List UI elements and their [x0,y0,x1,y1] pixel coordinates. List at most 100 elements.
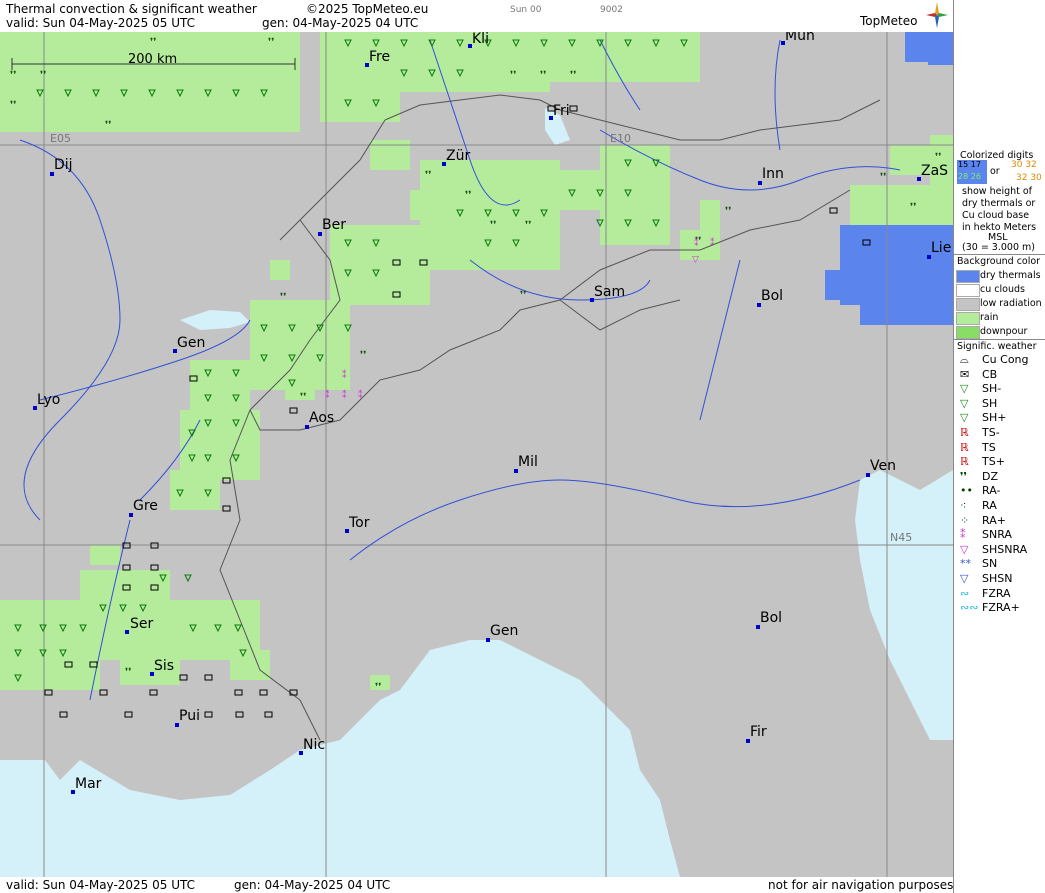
svg-text:❜❜: ❜❜ [490,220,496,231]
legend-bg-label: downpour [980,326,1028,337]
legend-sig-label: SN [982,557,998,571]
map-footer: valid: Sun 04-May-2025 05 UTC gen: 04-Ma… [0,877,953,893]
svg-text:❜❜: ❜❜ [268,37,274,48]
city-label: Gre [133,498,158,514]
legend-bg-label: rain [980,312,999,323]
svg-text:⁑: ⁑ [325,389,330,401]
svg-text:▽: ▽ [692,255,699,265]
svg-text:❜❜: ❜❜ [465,190,471,201]
legend-sig-label: SH [982,396,998,410]
valid-time: valid: Sun 04-May-2025 05 UTC [6,16,195,30]
legend-sig-label: RA [982,499,997,512]
city-label: Bol [760,610,783,626]
city-label: Aos [309,410,335,426]
city-label: Ber [322,217,346,233]
legend-sig-label: TS [982,440,996,454]
legend-sig-label: CB [982,367,998,381]
city-label: Gen [490,623,519,639]
legend-sig-label: TS+ [982,455,1005,469]
snow-shower-icon: ▽ [960,572,969,585]
map-header: Thermal convection & significant weather… [0,0,953,32]
legend-sig-label: SHSNRA [982,542,1028,556]
svg-text:❜❜: ❜❜ [935,152,941,163]
footer-generated-time: gen: 04-May-2025 04 UTC [234,878,391,892]
legend-sig-label: RA- [982,484,1001,498]
snow-rain-icon: ⁑ [960,528,966,542]
legend-digit-sample-right: 30 32 32 30 [1011,160,1042,183]
map-title: Thermal convection & significant weather [6,2,257,16]
sea-mediterranean [0,640,680,877]
city-label: Lie [931,240,952,256]
legend-sig-label: FZRA+ [982,601,1020,615]
svg-text:❜❜: ❜❜ [10,100,16,111]
brand-logo: TopMeteo [860,14,918,28]
city-label: Inn [762,166,784,182]
svg-text:❜❜: ❜❜ [10,70,16,81]
svg-text:❜❜: ❜❜ [360,350,366,361]
svg-text:⁑: ⁑ [342,389,347,401]
svg-text:❜❜: ❜❜ [375,682,381,693]
shower-heavy-icon: ▽ [960,411,969,425]
legend-divider [954,339,1045,340]
legend-divider [954,254,1045,255]
city-label: Lyo [37,392,61,408]
legend-sig-label: DZ [982,469,999,483]
grid-label-e05: E05 [50,132,71,145]
grid-label-e10: E10 [610,132,631,145]
legend-digit-sample-left: 15 17 28 26 [957,160,987,184]
legend-bg-label: cu clouds [980,284,1025,295]
thunderstorm-icon: ℝ [960,440,969,454]
freezing-rain-icon: ∾ [960,586,970,600]
legend-bg-label: dry thermals [980,270,1041,281]
legend-sig-label: SH- [982,382,1002,396]
thunderstorm-light-icon: ℝ [960,426,969,439]
city-marker [125,630,129,634]
svg-text:❜❜: ❜❜ [570,70,576,81]
legend-sig-label: FZRA [982,586,1011,600]
scale-label: 200 km [128,52,178,67]
city-label: Fre [369,49,391,65]
generated-time: gen: 04-May-2025 04 UTC [262,16,419,30]
svg-text:⁑: ⁑ [694,237,699,249]
svg-text:❜❜: ❜❜ [525,220,531,231]
lake-geneva [180,310,250,330]
legend-desc-line: show height of [962,186,1033,197]
legend-bg-title: Background color [957,256,1041,267]
svg-text:❜❜: ❜❜ [40,70,46,81]
legend-swatch-dry-thermals [956,270,980,283]
copyright: ©2025 TopMeteo.eu [306,2,429,16]
weather-map: ❜❜ ❜❜ ❜❜ ❜❜ ❜❜ ❜❜ ❜❜ ❜❜ ❜❜ ❜❜ ❜❜ ❜❜ ❜❜ ❜❜ ❜❜ ❜❜ ❜❜ ❜… [0,32,953,877]
svg-text:❜❜: ❜❜ [105,120,111,131]
city-label: Zür [446,148,471,164]
svg-text:❜❜: ❜❜ [910,202,916,213]
city-label: Fir [750,724,767,740]
svg-text:❜❜: ❜❜ [510,70,516,81]
city-label: Mün [785,32,815,44]
legend-sig-label: TS- [982,426,1000,439]
legend-or: or [990,166,1000,177]
drizzle-icon: ❜❜ [960,469,968,483]
compass-star-icon [926,2,948,28]
thunderstorm-heavy-icon: ℝ [960,455,969,469]
svg-text:⁑: ⁑ [710,237,715,249]
legend-swatch-downpour [956,326,980,339]
legend-sig-title: Signific. weather [957,341,1037,352]
svg-text:❜❜: ❜❜ [725,206,731,217]
svg-text:❜❜: ❜❜ [880,172,886,183]
freezing-rain-heavy-icon: ∾∾ [960,601,979,615]
map-canvas: ❜❜ ❜❜ ❜❜ ❜❜ ❜❜ ❜❜ ❜❜ ❜❜ ❜❜ ❜❜ ❜❜ ❜❜ ❜❜ ❜❜ ❜❜ ❜❜ ❜❜ ❜… [0,32,953,877]
legend-desc-line: dry thermals or [962,198,1036,209]
legend-desc-line: Cu cloud base [962,210,1030,221]
sea-adriatic [855,470,953,740]
rain-areas [0,32,953,690]
grid-label-n45: N45 [890,531,913,544]
svg-text:❜❜: ❜❜ [425,170,431,181]
city-label: Mar [75,776,102,792]
cb-icon: ✉ [960,367,970,381]
cu-cong-icon: ⌓ [960,353,969,366]
city-label: ZaS [921,163,949,179]
svg-text:❜❜: ❜❜ [300,392,306,403]
city-label: Tor [349,515,370,531]
rain-icon: ⁖ [960,499,967,512]
code-label: 9002 [600,5,623,15]
